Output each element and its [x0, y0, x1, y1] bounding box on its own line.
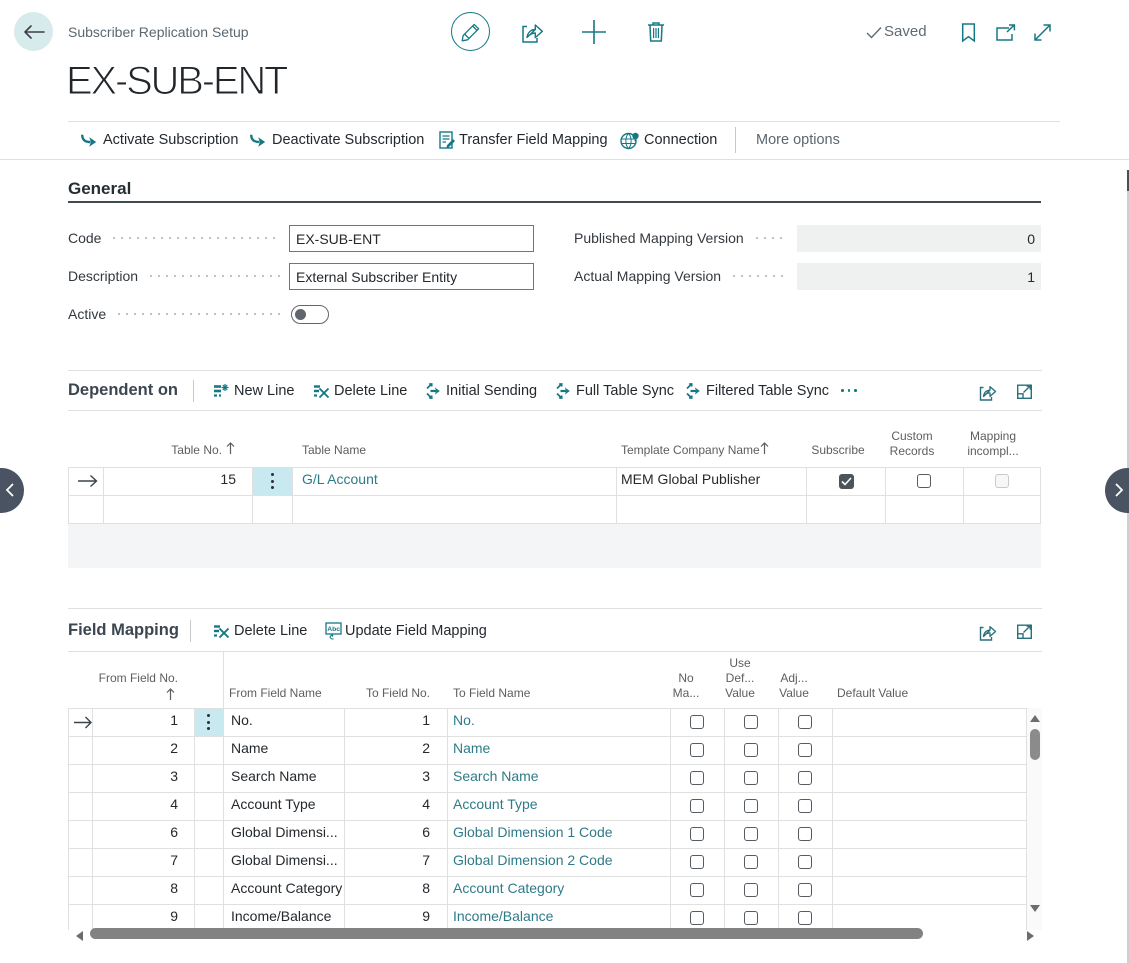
svg-text:Abc: Abc — [327, 626, 340, 633]
